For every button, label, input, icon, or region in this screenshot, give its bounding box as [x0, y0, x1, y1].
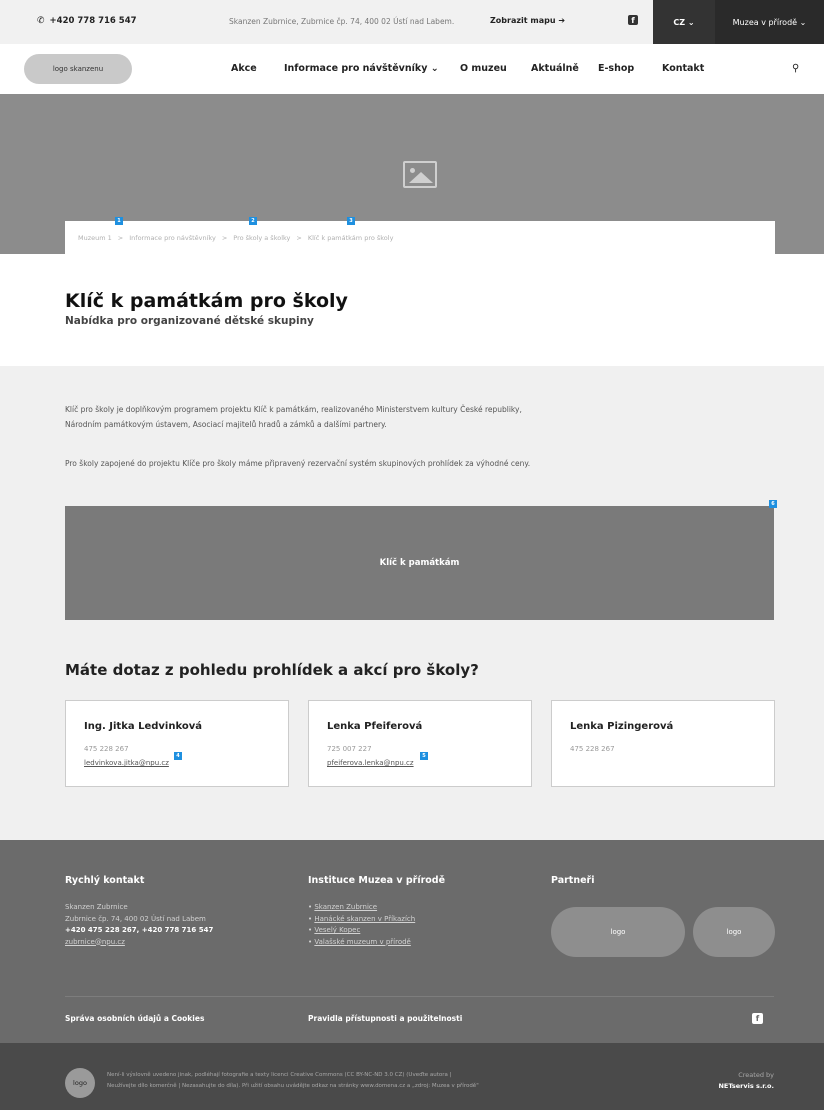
show-map-link[interactable]: Zobrazit mapu ➔: [490, 16, 565, 25]
breadcrumb-item-1[interactable]: Muzeum 1: [78, 234, 112, 242]
breadcrumb-separator: >: [221, 234, 228, 242]
top-phone[interactable]: ✆ +420 778 716 547: [37, 16, 137, 26]
footer-institution-link[interactable]: Skanzen Zubrnice: [314, 903, 377, 911]
footer-heading-institutions: Instituce Muzea v přírodě: [308, 875, 446, 886]
footer-institution-item: • Veselý Kopec: [308, 926, 361, 934]
breadcrumb-item-current: Klíč k památkám pro školy: [307, 234, 394, 242]
annotation-badge: 1: [115, 217, 123, 225]
footer-contact-phones[interactable]: +420 475 228 267, +420 778 716 547: [65, 925, 213, 937]
contact-card: Lenka Pizingerová 475 228 267: [551, 700, 775, 787]
created-by: Created by NETservis s.r.o.: [718, 1070, 774, 1092]
license-line: Neužívejte dílo komerčně | Nezasahujte d…: [107, 1083, 479, 1089]
reservation-paragraph: Pro školy zapojené do projektu Klíče pro…: [65, 459, 531, 468]
image-placeholder-icon: [403, 161, 437, 188]
partner-logo[interactable]: logo: [693, 907, 775, 957]
museums-dropdown[interactable]: Muzea v přírodě ⌄: [715, 0, 824, 44]
nav-item-eshop[interactable]: E-shop: [598, 63, 634, 74]
annotation-badge: 6: [769, 500, 777, 508]
contact-phone[interactable]: 475 228 267: [84, 745, 129, 753]
footer: Rychlý kontakt Skanzen Zubrnice Zubrnice…: [0, 840, 824, 1043]
license-line: Není-li výslovně uvedeno jinak, podléhaj…: [107, 1072, 452, 1078]
contact-card: Ing. Jitka Ledvinková 475 228 267 ledvin…: [65, 700, 289, 787]
search-icon[interactable]: ⚲: [792, 63, 799, 74]
breadcrumb-item-2[interactable]: Informace pro návštěvníky: [129, 234, 216, 242]
footer-heading-contact: Rychlý kontakt: [65, 875, 145, 886]
site-logo[interactable]: logo skanzenu: [24, 54, 132, 84]
annotation-badge: 4: [174, 752, 182, 760]
page-subtitle: Nabídka pro organizované dětské skupiny: [65, 315, 314, 327]
facebook-icon[interactable]: f: [628, 15, 638, 25]
footer-institution-link[interactable]: Hanácké skanzen v Příkazích: [314, 915, 415, 923]
footer-institutions-list: • Skanzen Zubrnice • Hanácké skanzen v P…: [308, 902, 415, 948]
footer-institution-link[interactable]: Valašské muzeum v přírodě: [314, 938, 411, 946]
footer-institution-link[interactable]: Veselý Kopec: [314, 926, 360, 934]
breadcrumb-item-3[interactable]: Pro školy a školky: [233, 234, 290, 242]
contact-name: Lenka Pfeiferová: [327, 721, 423, 732]
footer-contact-info: Skanzen Zubrnice Zubrnice čp. 74, 400 02…: [65, 902, 213, 948]
contact-name: Lenka Pizingerová: [570, 721, 674, 732]
license-text: Není-li výslovně uvedeno jinak, podléhaj…: [107, 1070, 479, 1092]
intro-line-1: Klíč pro školy je doplňkovým programem p…: [65, 405, 522, 414]
nav-item-kontakt[interactable]: Kontakt: [662, 63, 704, 74]
footer-contact-line: Skanzen Zubrnice: [65, 903, 128, 911]
nav-item-informace[interactable]: Informace pro návštěvníky ⌄: [284, 63, 439, 74]
phone-icon: ✆: [37, 16, 45, 26]
breadcrumb-separator: >: [296, 234, 302, 242]
created-by-company[interactable]: NETservis s.r.o.: [718, 1082, 774, 1090]
contact-phone[interactable]: 475 228 267: [570, 745, 615, 753]
footer-divider: [65, 996, 774, 997]
contact-email[interactable]: pfeiferova.lenka@npu.cz: [327, 759, 414, 767]
contacts-heading: Máte dotaz z pohledu prohlídek a akcí pr…: [65, 661, 479, 679]
partner-logo[interactable]: logo: [551, 907, 685, 957]
footer-institution-item: • Skanzen Zubrnice: [308, 903, 378, 911]
contact-phone[interactable]: 725 007 227: [327, 745, 372, 753]
intro-paragraph: Klíč pro školy je doplňkovým programem p…: [65, 402, 685, 432]
bottom-bar: logo Není-li výslovně uvedeno jinak, pod…: [0, 1043, 824, 1110]
klic-banner[interactable]: Klíč k památkám: [65, 506, 774, 620]
page-title: Klíč k památkám pro školy: [65, 290, 348, 312]
footer-heading-partners: Partneři: [551, 875, 595, 886]
top-bar: ✆ +420 778 716 547 Skanzen Zubrnice, Zub…: [0, 0, 824, 44]
accessibility-link[interactable]: Pravidla přístupnosti a použitelnosti: [308, 1014, 462, 1023]
footer-contact-email[interactable]: zubrnice@npu.cz: [65, 937, 213, 949]
main-nav: logo skanzenu Akce Informace pro návštěv…: [0, 44, 824, 94]
footer-institution-item: • Valašské muzeum v přírodě: [308, 937, 411, 946]
contact-card: Lenka Pfeiferová 725 007 227 pfeiferova.…: [308, 700, 532, 787]
nav-item-aktualne[interactable]: Aktuálně: [531, 63, 579, 74]
annotation-badge: 3: [347, 217, 355, 225]
annotation-badge: 5: [420, 752, 428, 760]
footer-contact-line: Zubrnice čp. 74, 400 02 Ústí nad Labem: [65, 914, 206, 923]
created-by-label: Created by: [738, 1071, 774, 1079]
footer-institution-item: • Hanácké skanzen v Příkazích: [308, 914, 416, 923]
nav-item-o-muzeu[interactable]: O muzeu: [460, 63, 507, 74]
top-phone-number: +420 778 716 547: [49, 16, 137, 26]
breadcrumb: Muzeum 1 > Informace pro návštěvníky > P…: [78, 234, 393, 242]
annotation-badge: 2: [249, 217, 257, 225]
intro-line-2: Národním památkovým ústavem, Asociací ma…: [65, 420, 387, 429]
top-address: Skanzen Zubrnice, Zubrnice čp. 74, 400 0…: [229, 17, 455, 26]
footer-logo[interactable]: logo: [65, 1068, 95, 1098]
contact-name: Ing. Jitka Ledvinková: [84, 721, 202, 732]
breadcrumb-separator: >: [117, 234, 124, 242]
language-select[interactable]: CZ ⌄: [653, 0, 715, 44]
contact-email[interactable]: ledvinkova.jitka@npu.cz: [84, 759, 169, 767]
nav-item-akce[interactable]: Akce: [231, 63, 257, 74]
privacy-link[interactable]: Správa osobních údajů a Cookies: [65, 1014, 204, 1023]
footer-facebook-icon[interactable]: f: [752, 1013, 763, 1024]
